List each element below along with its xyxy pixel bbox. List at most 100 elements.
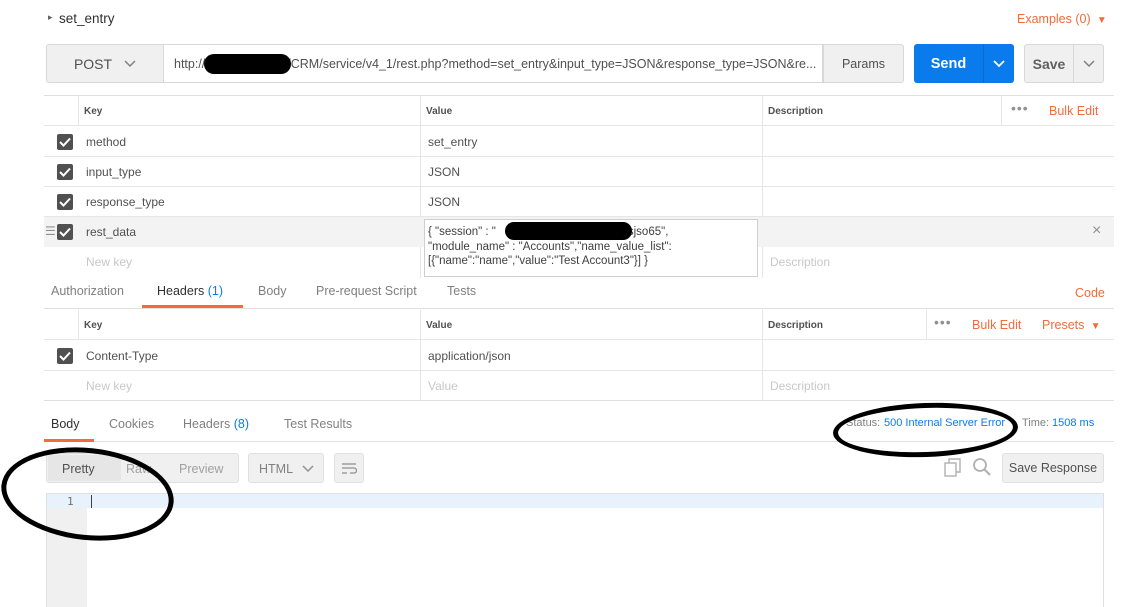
params-button[interactable]: Params [823, 44, 904, 83]
session-redaction [505, 222, 632, 240]
new-key-input[interactable]: New key [86, 255, 132, 269]
active-tab-underline [142, 305, 243, 308]
response-tab-headers-count: (8) [233, 417, 250, 431]
active-response-tab-underline [44, 439, 94, 442]
tab-tests[interactable]: Tests [447, 284, 476, 298]
check-icon [59, 227, 71, 237]
tab-headers-count: (1) [207, 284, 224, 298]
headers-col-description: Description [768, 320, 824, 331]
params-col-description: Description [768, 106, 824, 117]
headers-col-value: Value [426, 320, 453, 331]
rest-data-line1: { "session" : " [428, 226, 496, 238]
send-options-button[interactable] [983, 44, 1014, 83]
drag-handle-icon[interactable]: ☰ [45, 224, 56, 238]
table-row: Content-Type application/json [44, 341, 1114, 371]
headers-header-row: Key Value Description ••• Bulk Edit Pres… [44, 310, 1114, 401]
tab-prerequest-script[interactable]: Pre-request Script [316, 284, 417, 298]
examples-label: Examples (0) [1017, 12, 1091, 26]
row-checkbox[interactable] [57, 194, 73, 210]
new-header-key-input[interactable]: New key [86, 379, 132, 393]
check-icon [59, 167, 71, 177]
headers-table: Key Value Description ••• Bulk Edit Pres… [44, 310, 1114, 401]
presets-dropdown[interactable]: Presets ▼ [1042, 318, 1101, 332]
examples-dropdown[interactable]: Examples (0) ▼ [1017, 12, 1107, 26]
code-link[interactable]: Code [1075, 286, 1105, 300]
format-label: HTML [259, 462, 294, 476]
method-select[interactable]: POST [46, 44, 163, 83]
new-header-value-input[interactable]: Value [428, 379, 458, 393]
chevron-down-icon [124, 59, 136, 67]
url-prefix: http:// [174, 57, 206, 71]
row-checkbox[interactable] [57, 224, 73, 240]
format-select[interactable]: HTML [248, 453, 324, 483]
url-redaction [204, 54, 291, 74]
check-icon [59, 351, 71, 361]
tab-headers-label: Headers [157, 284, 205, 298]
table-row: method set_entry [44, 127, 1114, 157]
headers-bulk-edit-link[interactable]: Bulk Edit [972, 318, 1021, 332]
rest-data-line1-end: sjso65", [627, 226, 669, 238]
param-value[interactable]: JSON [428, 165, 460, 179]
examples-caret-icon: ▼ [1094, 15, 1107, 26]
wrap-lines-button[interactable] [334, 453, 364, 483]
response-tab-test-results[interactable]: Test Results [284, 417, 352, 431]
method-label: POST [73, 55, 113, 72]
rest-data-line3: [{"name":"name","value":"Test Account3"}… [428, 255, 648, 267]
headers-col-key: Key [84, 320, 103, 331]
response-body-editor[interactable]: 1 [46, 493, 1104, 607]
expand-caret-icon[interactable]: ▸ [48, 12, 53, 23]
tab-body[interactable]: Body [258, 284, 287, 298]
more-options-icon[interactable]: ••• [934, 314, 952, 330]
more-options-icon[interactable]: ••• [1011, 100, 1029, 116]
send-button[interactable]: Send [914, 44, 983, 83]
response-tab-body[interactable]: Body [51, 417, 80, 431]
check-icon [59, 137, 71, 147]
param-key[interactable]: method [86, 135, 126, 149]
chevron-down-icon [993, 59, 1005, 67]
new-header-description-input[interactable]: Description [770, 379, 830, 393]
tab-headers[interactable]: Headers (1) [157, 284, 223, 298]
params-col-key: Key [84, 106, 103, 117]
param-value[interactable]: set_entry [428, 135, 477, 149]
table-row: input_type JSON [44, 157, 1114, 187]
header-value[interactable]: application/json [428, 349, 511, 363]
save-response-button[interactable]: Save Response [1002, 453, 1104, 483]
save-options-button[interactable] [1074, 44, 1104, 83]
request-name[interactable]: set_entry [59, 11, 115, 26]
url-suffix: /CRM/service/v4_1/rest.php?method=set_en… [287, 57, 817, 71]
params-header-row: Key Value Description ••• Bulk Edit [44, 96, 1114, 278]
active-line-highlight [47, 494, 1103, 508]
tab-authorization[interactable]: Authorization [51, 284, 124, 298]
params-bulk-edit-link[interactable]: Bulk Edit [1049, 104, 1098, 118]
row-checkbox[interactable] [57, 134, 73, 150]
request-tabs: Authorization Headers (1) Body Pre-reque… [44, 277, 1114, 309]
chevron-down-icon [302, 465, 314, 473]
table-row: response_type JSON [44, 187, 1114, 217]
time-value: 1508 ms [1052, 417, 1095, 429]
delete-row-icon[interactable]: × [1092, 222, 1101, 240]
wrap-lines-icon [342, 463, 357, 474]
presets-caret-icon: ▼ [1087, 321, 1101, 332]
rest-data-line2: "module_name" : "Accounts","name_value_l… [428, 240, 672, 253]
copy-icon[interactable] [944, 458, 962, 481]
save-button[interactable]: Save [1024, 44, 1074, 83]
chevron-down-icon [1082, 59, 1095, 67]
param-key[interactable]: input_type [86, 165, 141, 179]
param-value[interactable]: JSON [428, 195, 460, 209]
search-icon[interactable] [972, 457, 992, 480]
param-key[interactable]: rest_data [86, 225, 136, 239]
response-tab-headers[interactable]: Headers (8) [183, 417, 249, 431]
time-label: Time: [1022, 417, 1050, 429]
new-description-input[interactable]: Description [770, 255, 830, 269]
row-checkbox[interactable] [57, 348, 73, 364]
header-key[interactable]: Content-Type [86, 349, 158, 363]
row-checkbox[interactable] [57, 164, 73, 180]
response-tab-headers-label: Headers [183, 417, 231, 431]
view-mode-preview[interactable]: Preview [179, 462, 223, 476]
params-col-value: Value [426, 106, 453, 117]
check-icon [59, 197, 71, 207]
param-key[interactable]: response_type [86, 195, 165, 209]
response-tab-cookies[interactable]: Cookies [109, 417, 154, 431]
presets-label: Presets [1042, 318, 1085, 332]
new-row: New key Value Description [44, 371, 1114, 401]
